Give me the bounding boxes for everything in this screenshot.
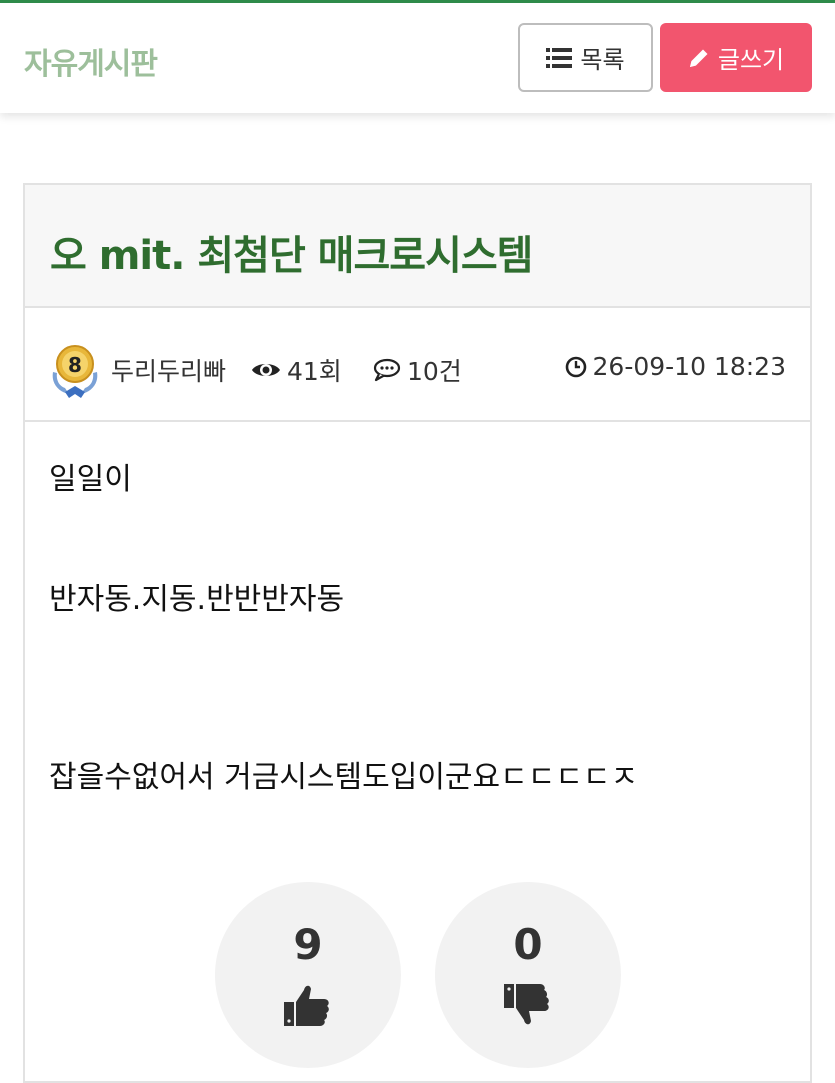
like-button[interactable]: 9 <box>215 882 401 1068</box>
post-datetime-value: 26-09-10 18:23 <box>592 352 786 381</box>
list-icon <box>546 47 573 69</box>
write-button[interactable]: 글쓰기 <box>660 23 812 92</box>
post-title: 오 mit. 최첨단 매크로시스템 <box>50 233 533 279</box>
list-button[interactable]: 목록 <box>518 23 653 92</box>
level-badge-number: 8 <box>68 353 82 377</box>
thumbs-down-icon <box>502 982 552 1032</box>
dislike-count: 0 <box>513 920 543 969</box>
body-line: 일일이 <box>49 462 132 497</box>
comment-count-value: 10건 <box>407 357 462 386</box>
thumbs-up-icon <box>282 982 332 1032</box>
comment-icon <box>373 358 401 382</box>
view-count: 41회 <box>251 352 342 388</box>
clock-icon <box>565 356 587 378</box>
write-button-label: 글쓰기 <box>717 46 785 74</box>
author-name[interactable]: 두리두리빠 <box>111 352 226 388</box>
comment-count: 10건 <box>373 352 462 388</box>
top-bar: 자유게시판 목록 글쓰기 <box>0 0 835 113</box>
list-button-label: 목록 <box>580 46 625 74</box>
dislike-button[interactable]: 0 <box>435 882 621 1068</box>
board-title[interactable]: 자유게시판 <box>24 39 158 83</box>
body-line: 반자동.지동.반반반자동 <box>49 582 345 617</box>
eye-icon <box>251 360 281 380</box>
post-meta: 8 두리두리빠 41회 10건 26-09-10 18:23 <box>25 308 810 422</box>
like-count: 9 <box>293 920 323 969</box>
pencil-icon <box>688 47 710 69</box>
post-datetime: 26-09-10 18:23 <box>565 352 786 381</box>
body-line: 잡을수없어서 거금시스템도입이군요ㄷㄷㄷㄷㅈ <box>49 760 639 795</box>
post-card: 오 mit. 최첨단 매크로시스템 8 두리두리빠 41회 10건 26-09-… <box>23 183 812 1083</box>
post-header: 오 mit. 최첨단 매크로시스템 <box>25 185 810 308</box>
level-badge-avatar[interactable]: 8 <box>47 342 103 402</box>
view-count-value: 41회 <box>287 357 342 386</box>
